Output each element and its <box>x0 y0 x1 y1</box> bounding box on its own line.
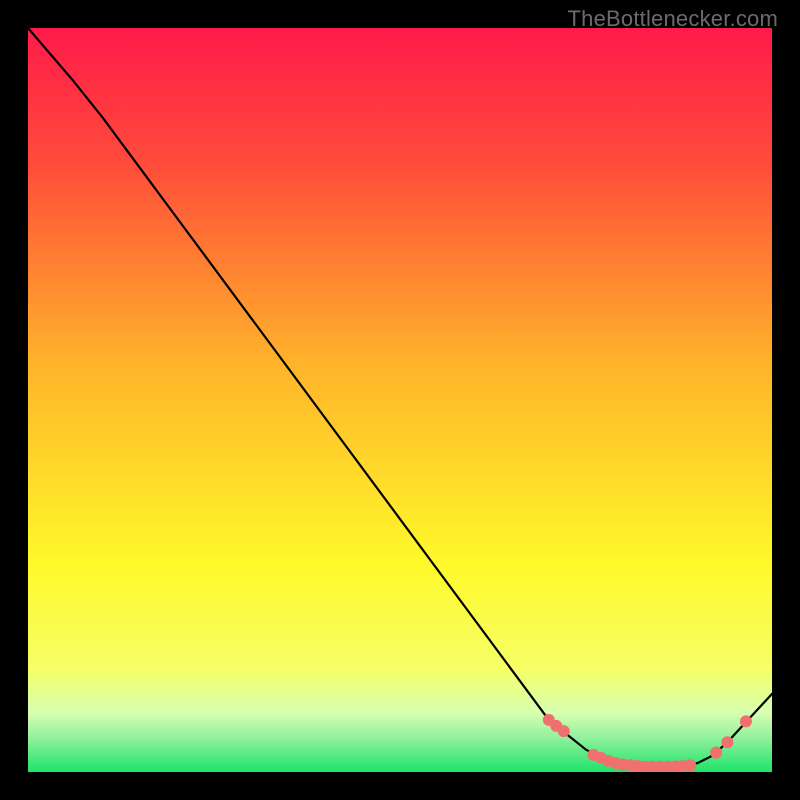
marker-point <box>684 759 696 771</box>
marker-point <box>740 715 752 727</box>
marker-point <box>558 725 570 737</box>
watermark-text: TheBottlenecker.com <box>568 6 778 32</box>
marker-point <box>721 736 733 748</box>
chart-frame: TheBottlenecker.com <box>0 0 800 800</box>
chart-plot <box>28 28 772 772</box>
marker-point <box>710 747 722 759</box>
gradient-background <box>28 28 772 772</box>
